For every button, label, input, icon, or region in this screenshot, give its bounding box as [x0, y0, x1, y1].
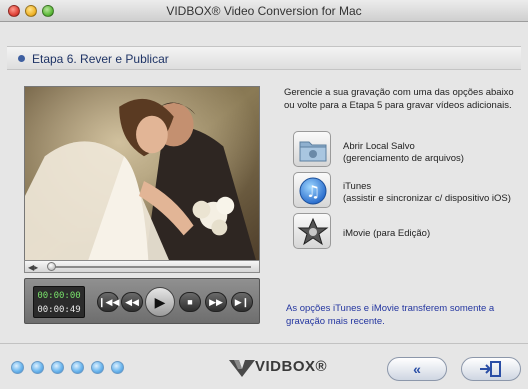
bullet-icon [18, 55, 25, 62]
stop-button[interactable]: ■ [179, 292, 201, 312]
imovie-icon [297, 217, 329, 246]
fast-forward-icon: ▶▶ [209, 297, 223, 307]
itunes-label[interactable]: iTunes (assistir e sincronizar c/ dispos… [343, 181, 511, 205]
option-title: Abrir Local Salvo [343, 141, 415, 152]
seek-track[interactable] [51, 266, 251, 268]
option-subtitle: (assistir e sincronizar c/ dispositivo i… [343, 193, 511, 204]
imovie-button[interactable] [293, 213, 331, 249]
window-title: VIDBOX® Video Conversion for Mac [166, 4, 362, 18]
progress-step-5 [91, 361, 104, 374]
rewind-button[interactable]: ◀◀ [121, 292, 143, 312]
exit-button[interactable] [461, 357, 521, 381]
info-note: As opções iTunes e iMovie transferem som… [286, 303, 495, 327]
folder-icon [299, 141, 327, 162]
seek-bar[interactable]: ◀▸ [24, 260, 260, 273]
skip-forward-icon: ▶❙ [234, 297, 250, 307]
itunes-button[interactable]: ♫ [293, 172, 331, 208]
option-title: iTunes [343, 181, 372, 192]
skip-back-icon: ❙◀◀ [98, 297, 120, 307]
step-header: Etapa 6. Rever e Publicar [7, 46, 521, 70]
option-title: iMovie (para Edição) [343, 228, 431, 239]
skip-back-button[interactable]: ❙◀◀ [97, 292, 119, 312]
time-display: 00:00:00 00:00:49 [33, 286, 85, 318]
play-icon: ▶ [154, 294, 166, 310]
itunes-icon: ♫ [299, 177, 327, 205]
instructions-text: Gerencie a sua gravação com uma das opçõ… [284, 87, 514, 111]
open-saved-location-button[interactable] [293, 131, 331, 167]
exit-icon [480, 361, 501, 377]
fast-forward-button[interactable]: ▶▶ [205, 292, 227, 312]
imovie-label[interactable]: iMovie (para Edição) [343, 228, 430, 240]
back-button[interactable]: « [387, 357, 447, 381]
progress-step-1 [11, 361, 24, 374]
title-bar: VIDBOX® Video Conversion for Mac [0, 0, 528, 22]
logo-text: VIDBOX® [255, 358, 328, 375]
total-time: 00:00:49 [37, 305, 81, 315]
play-button[interactable]: ▶ [145, 287, 175, 317]
skip-forward-button[interactable]: ▶❙ [231, 292, 253, 312]
stop-icon: ■ [187, 297, 193, 307]
progress-step-4 [71, 361, 84, 374]
vidbox-logo-icon [229, 360, 255, 377]
current-time: 00:00:00 [37, 291, 81, 301]
video-preview[interactable] [24, 86, 260, 272]
rewind-icon: ◀◀ [125, 297, 139, 307]
player-controls: 00:00:00 00:00:49 ❙◀◀ ◀◀ ▶ ■ ▶▶ ▶❙ [24, 278, 260, 324]
seek-handle[interactable] [47, 262, 56, 271]
vidbox-logo: VIDBOX® [229, 356, 327, 378]
back-icon: « [413, 361, 421, 377]
progress-step-2 [31, 361, 44, 374]
footer-divider [0, 343, 528, 344]
progress-step-6 [111, 361, 124, 374]
open-saved-location-label[interactable]: Abrir Local Salvo (gerenciamento de arqu… [343, 141, 464, 165]
volume-icon[interactable]: ◀▸ [28, 263, 38, 272]
progress-step-3 [51, 361, 64, 374]
svg-text:♫: ♫ [306, 182, 320, 201]
video-frame-image [25, 87, 259, 271]
step-title: Etapa 6. Rever e Publicar [32, 52, 169, 66]
option-subtitle: (gerenciamento de arquivos) [343, 153, 464, 164]
